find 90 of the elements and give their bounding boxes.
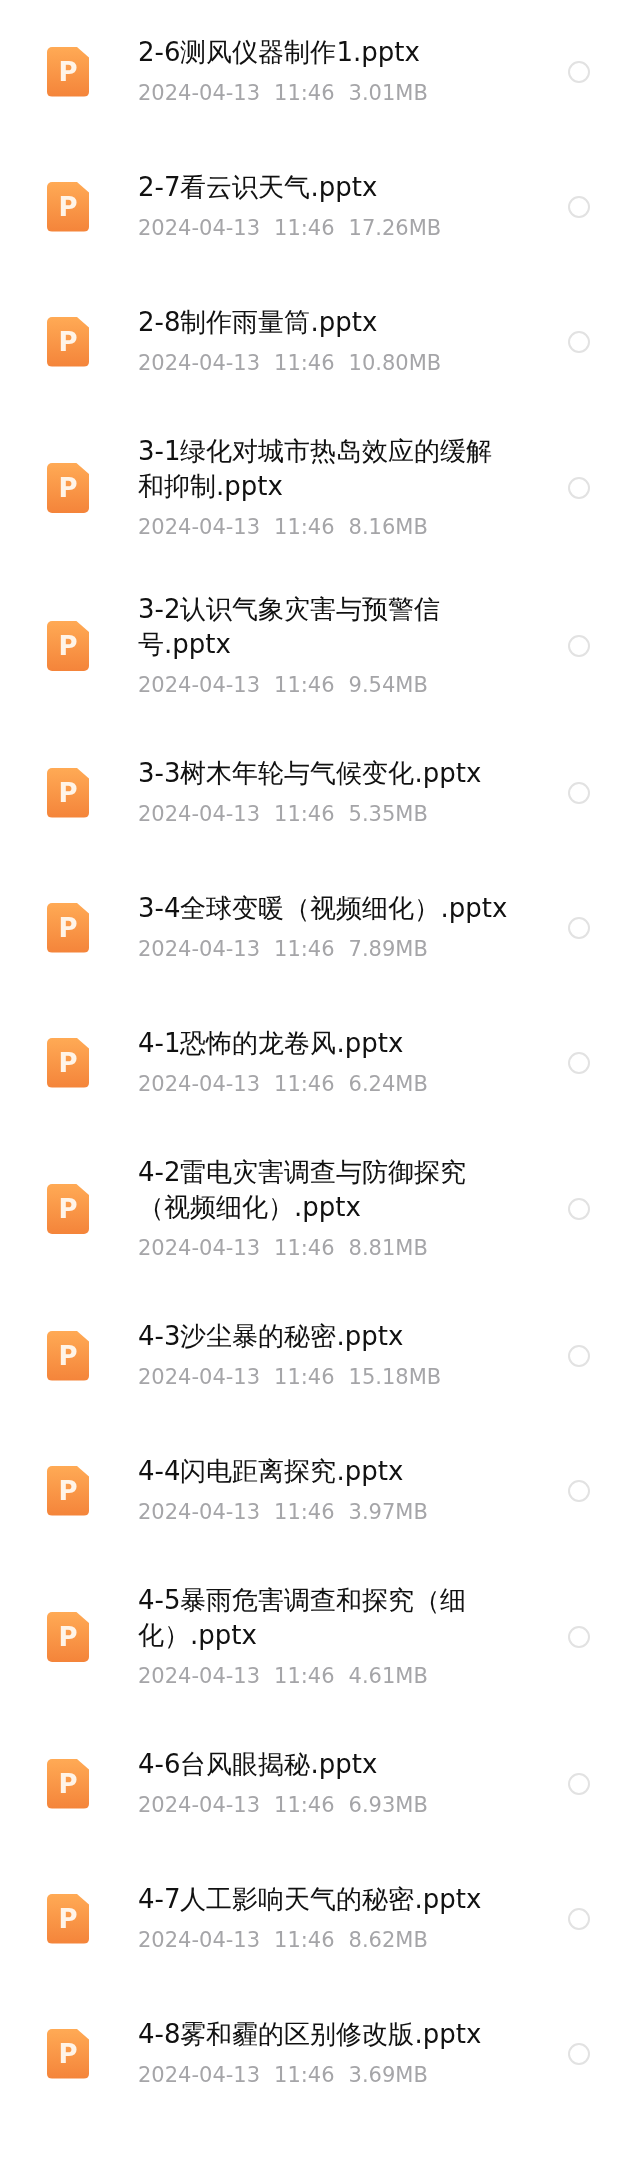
file-date: 2024-04-13 <box>138 215 261 242</box>
file-size: 17.26MB <box>348 215 442 242</box>
file-name: 2-7看云识天气.pptx <box>138 171 379 204</box>
file-time: 11:46 <box>274 215 335 242</box>
file-size: 8.81MB <box>348 1235 428 1262</box>
presentation-file-icon: P <box>47 767 89 818</box>
file-size: 6.93MB <box>348 1792 428 1819</box>
file-time: 11:46 <box>274 936 335 963</box>
file-size: 8.16MB <box>348 514 428 541</box>
file-size: 7.89MB <box>348 936 428 963</box>
file-time: 11:46 <box>274 1499 335 1526</box>
select-radio[interactable] <box>568 1344 590 1367</box>
file-date: 2024-04-13 <box>138 350 261 377</box>
file-size: 15.18MB <box>348 1364 442 1391</box>
file-date: 2024-04-13 <box>138 80 261 107</box>
file-time: 11:46 <box>274 1927 335 1954</box>
file-date: 2024-04-13 <box>138 1499 261 1526</box>
file-size: 5.35MB <box>348 801 428 828</box>
select-radio[interactable] <box>568 60 590 83</box>
select-radio[interactable] <box>568 1626 590 1648</box>
file-date: 2024-04-13 <box>138 1364 261 1391</box>
presentation-file-icon: P <box>47 1893 89 1944</box>
presentation-file-icon: P <box>47 463 89 513</box>
select-radio[interactable] <box>568 635 590 657</box>
file-date: 2024-04-13 <box>138 936 261 963</box>
presentation-file-icon: P <box>47 1612 89 1662</box>
select-radio[interactable] <box>568 195 590 218</box>
file-date: 2024-04-13 <box>138 672 261 699</box>
file-size: 6.24MB <box>348 1071 428 1098</box>
file-size: 3.97MB <box>348 1499 428 1526</box>
file-name: 4-1恐怖的龙卷风.pptx <box>138 1027 405 1060</box>
file-name: 3-1绿化对城市热岛效应的缓解和抑制.pptx <box>138 435 494 503</box>
select-radio[interactable] <box>568 477 590 499</box>
presentation-file-icon: P <box>47 46 89 97</box>
presentation-file-icon: P <box>47 621 89 671</box>
file-name: 2-8制作雨量筒.pptx <box>138 306 379 339</box>
file-name: 4-2雷电灾害调查与防御探究（视频细化）.pptx <box>138 1156 468 1224</box>
file-date: 2024-04-13 <box>138 1927 261 1954</box>
select-radio[interactable] <box>568 1907 590 1930</box>
file-name: 2-6测风仪器制作1.pptx <box>138 36 421 69</box>
file-time: 11:46 <box>274 1792 335 1819</box>
presentation-file-icon: P <box>47 181 89 232</box>
file-name: 3-3树木年轮与气候变化.pptx <box>138 757 483 790</box>
file-date: 2024-04-13 <box>138 514 261 541</box>
presentation-file-icon: P <box>47 1465 89 1516</box>
file-size: 3.69MB <box>348 2062 428 2089</box>
select-radio[interactable] <box>568 1772 590 1795</box>
file-date: 2024-04-13 <box>138 1663 261 1690</box>
presentation-file-icon: P <box>47 1037 89 1088</box>
file-size: 4.61MB <box>348 1663 428 1690</box>
select-radio[interactable] <box>568 1051 590 1074</box>
file-size: 9.54MB <box>348 672 428 699</box>
file-size: 8.62MB <box>348 1927 428 1954</box>
file-size: 3.01MB <box>348 80 428 107</box>
file-date: 2024-04-13 <box>138 1792 261 1819</box>
file-time: 11:46 <box>274 1235 335 1262</box>
file-name: 4-3沙尘暴的秘密.pptx <box>138 1320 405 1353</box>
file-time: 11:46 <box>274 1364 335 1391</box>
file-time: 11:46 <box>274 80 335 107</box>
select-radio[interactable] <box>568 330 590 353</box>
file-time: 11:46 <box>274 2062 335 2089</box>
file-name: 3-2认识气象灾害与预警信号.pptx <box>138 593 442 661</box>
presentation-file-icon: P <box>47 316 89 367</box>
select-radio[interactable] <box>568 1198 590 1220</box>
file-time: 11:46 <box>274 514 335 541</box>
presentation-file-icon: P <box>47 2028 89 2079</box>
file-name: 4-5暴雨危害调查和探究（细化）.pptx <box>138 1584 468 1652</box>
file-size: 10.80MB <box>348 350 442 377</box>
file-date: 2024-04-13 <box>138 1235 261 1262</box>
select-radio[interactable] <box>568 2042 590 2065</box>
file-name: 4-7人工影响天气的秘密.pptx <box>138 1883 483 1916</box>
file-time: 11:46 <box>274 801 335 828</box>
file-name: 3-4全球变暖（视频细化）.pptx <box>138 892 509 925</box>
file-time: 11:46 <box>274 1071 335 1098</box>
select-radio[interactable] <box>568 916 590 939</box>
file-name: 4-8雾和霾的区别修改版.pptx <box>138 2018 483 2051</box>
presentation-file-icon: P <box>47 1758 89 1809</box>
file-name: 4-6台风眼揭秘.pptx <box>138 1748 379 1781</box>
file-time: 11:46 <box>274 672 335 699</box>
file-time: 11:46 <box>274 1663 335 1690</box>
file-time: 11:46 <box>274 350 335 377</box>
file-date: 2024-04-13 <box>138 801 261 828</box>
file-name: 4-4闪电距离探究.pptx <box>138 1455 405 1488</box>
presentation-file-icon: P <box>47 1330 89 1381</box>
select-radio[interactable] <box>568 781 590 804</box>
file-date: 2024-04-13 <box>138 2062 261 2089</box>
select-radio[interactable] <box>568 1479 590 1502</box>
presentation-file-icon: P <box>47 1184 89 1234</box>
file-date: 2024-04-13 <box>138 1071 261 1098</box>
presentation-file-icon: P <box>47 902 89 953</box>
